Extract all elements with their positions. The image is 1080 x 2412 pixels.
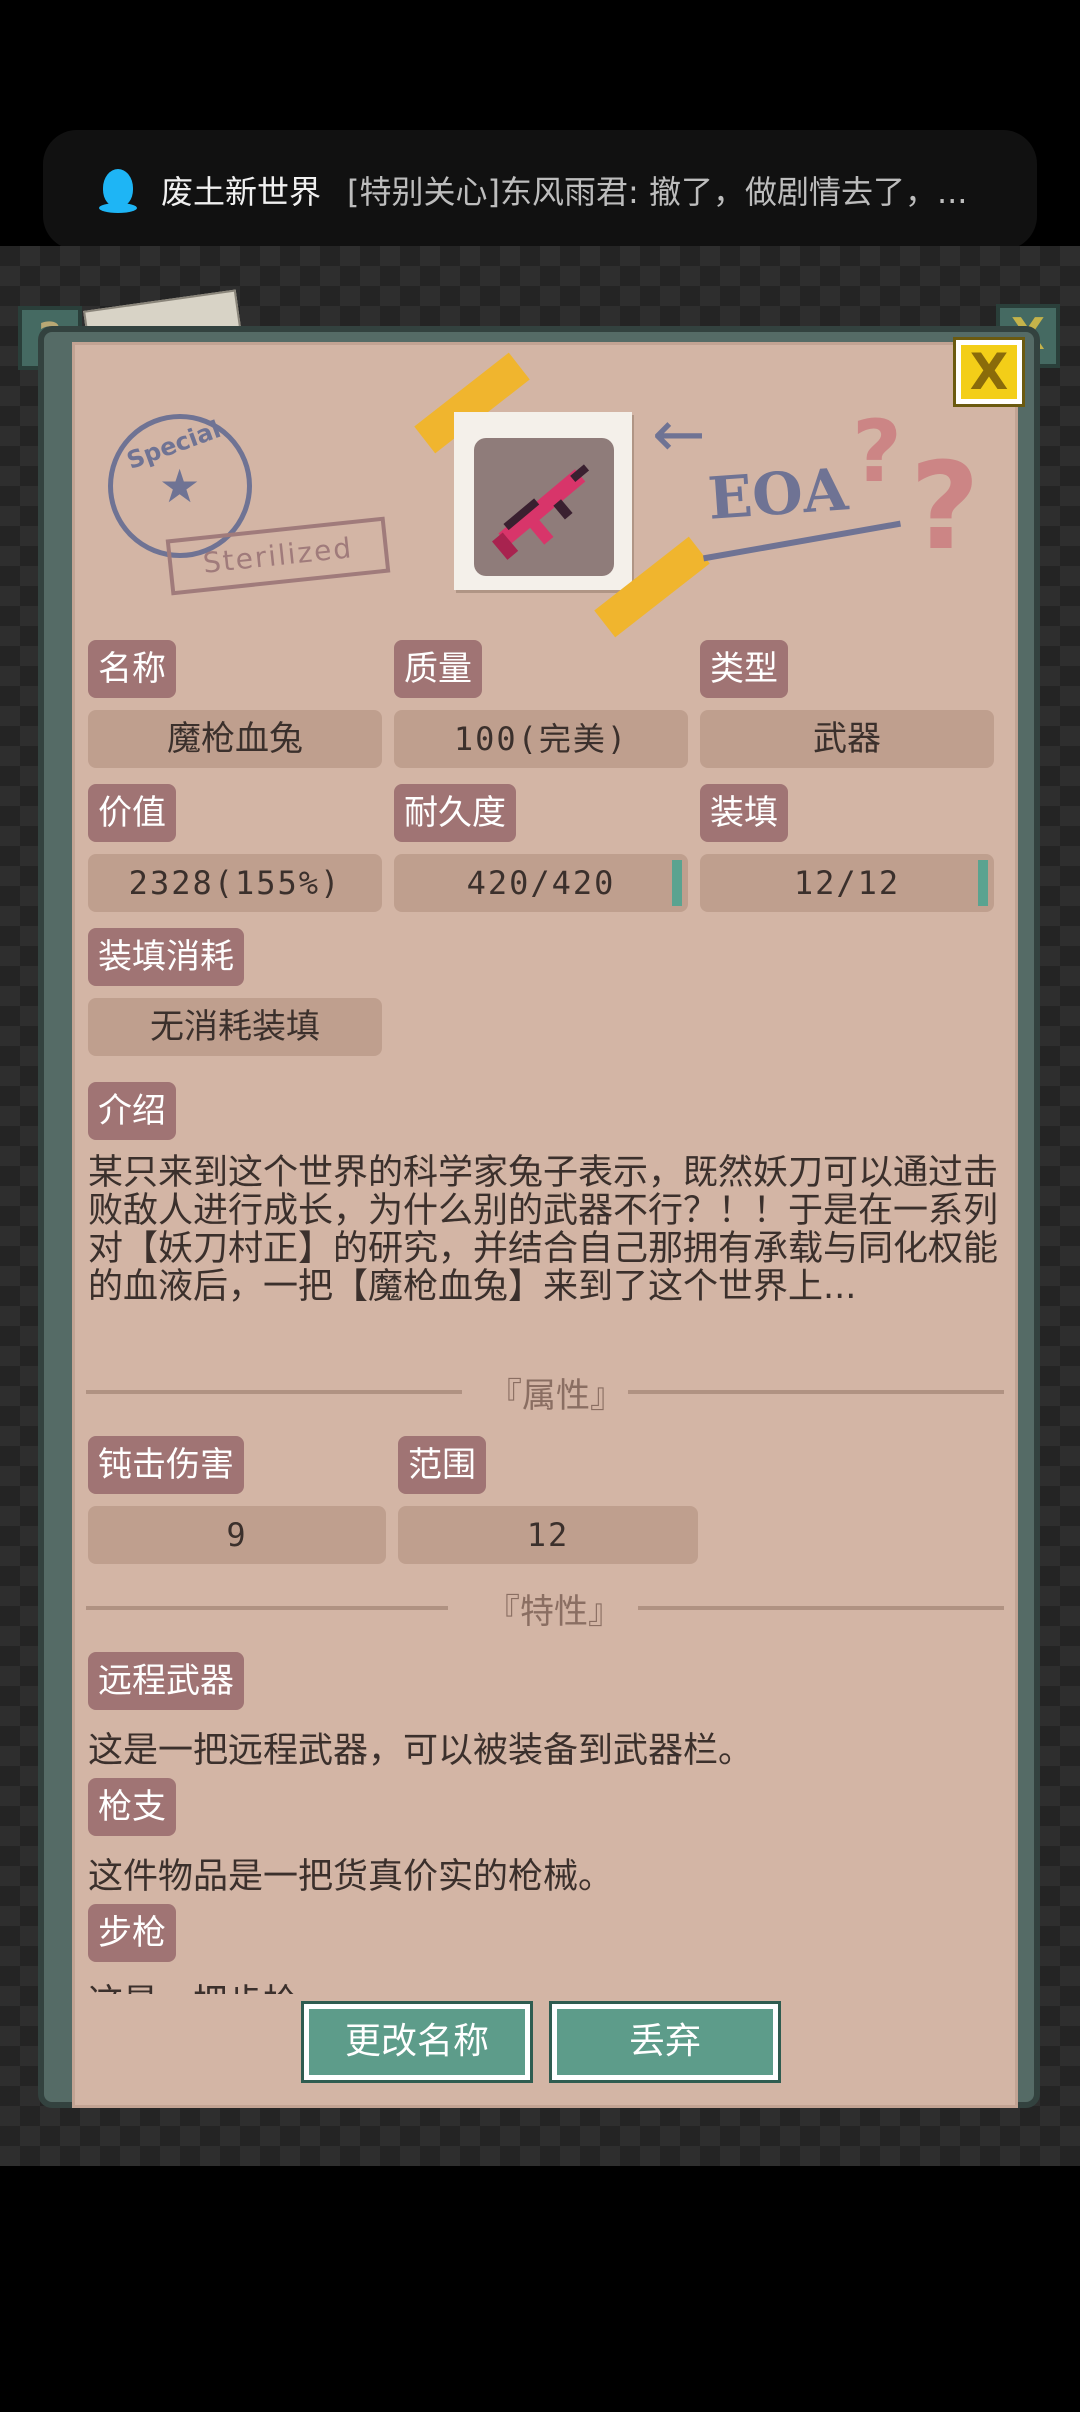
ammo-label: 装填: [700, 784, 788, 842]
trait-label-rifle: 步枪: [88, 1904, 176, 1962]
divider-line: [628, 1390, 1004, 1394]
notification-banner[interactable]: 废土新世界 [特别关心]东风雨君: 撤了，做剧情去了，...: [43, 130, 1037, 250]
name-value: 魔枪血兔: [88, 710, 382, 768]
divider-line: [86, 1606, 448, 1610]
durability-label: 耐久度: [394, 784, 516, 842]
divider-line: [638, 1606, 1004, 1610]
item-detail-panel: Special ★ Sterilized ← EOA ? ? 名称 质量 类型 …: [72, 342, 1018, 2108]
item-image-frame: [454, 412, 632, 590]
question-mark-icon: ?: [852, 402, 902, 502]
item-image-background: [474, 438, 614, 576]
worth-value: 2328(155%): [88, 854, 382, 912]
quality-value: 100(完美): [394, 710, 688, 768]
name-label: 名称: [88, 640, 176, 698]
trait-text-gun: 这件物品是一把货真价实的枪械。: [88, 1857, 614, 1897]
attributes-header: 『属性』: [488, 1376, 624, 1416]
ammo-cost-value: 无消耗装填: [88, 998, 382, 1056]
ammo-cost-label: 装填消耗: [88, 928, 244, 986]
rifle-icon: [492, 464, 590, 560]
question-mark-icon: ?: [910, 438, 980, 577]
ammo-bar: [978, 860, 988, 906]
traits-header: 『特性』: [486, 1592, 622, 1632]
range-value: 12: [398, 1506, 698, 1564]
durability-text: 420/420: [466, 864, 616, 902]
trait-label-gun: 枪支: [88, 1778, 176, 1836]
trait-text-rifle: 这是一把步枪: [88, 1974, 298, 1994]
worth-label: 价值: [88, 784, 176, 842]
notification-app-name: 废土新世界: [161, 173, 322, 211]
blunt-damage-label: 钝击伤害: [88, 1436, 244, 1494]
trait-label-ranged: 远程武器: [88, 1652, 244, 1710]
trait-text-ranged: 这是一把远程武器，可以被装备到武器栏。: [88, 1731, 754, 1771]
type-label: 类型: [700, 640, 788, 698]
intro-text: 某只来到这个世界的科学家兔子表示，既然妖刀可以通过击败敌人进行成长，为什么别的武…: [88, 1154, 1006, 1306]
close-button[interactable]: X: [956, 340, 1022, 404]
qq-icon: [99, 167, 137, 213]
arrow-icon: ←: [652, 398, 706, 472]
type-value: 武器: [700, 710, 994, 768]
ammo-text: 12/12: [793, 864, 901, 902]
quality-label: 质量: [394, 640, 482, 698]
eoa-scribble: EOA: [705, 455, 850, 533]
rename-button[interactable]: 更改名称: [304, 2004, 530, 2080]
intro-label: 介绍: [88, 1082, 176, 1140]
durability-value: 420/420: [394, 854, 688, 912]
durability-bar: [672, 860, 682, 906]
intro-body: 某只来到这个世界的科学家兔子表示，既然妖刀可以通过击败敌人进行成长，为什么别的武…: [88, 1153, 999, 1307]
blunt-damage-value: 9: [88, 1506, 386, 1564]
star-icon: ★: [159, 459, 201, 513]
discard-button[interactable]: 丢弃: [552, 2004, 778, 2080]
divider-line: [86, 1390, 462, 1394]
notification-message: [特别关心]东风雨君: 撤了，做剧情去了，...: [347, 173, 968, 211]
range-label: 范围: [398, 1436, 486, 1494]
ammo-value: 12/12: [700, 854, 994, 912]
